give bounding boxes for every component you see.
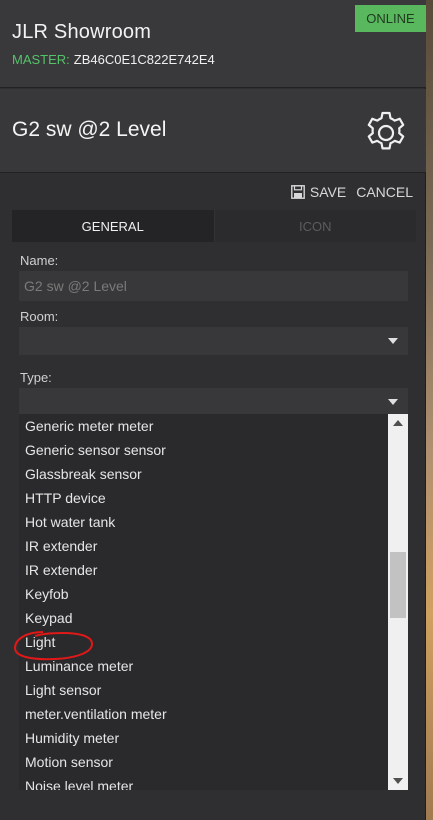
type-options: Generic meter meter Generic sensor senso… — [19, 414, 388, 790]
master-info: MASTER: ZB46C0E1C822E742E4 — [12, 52, 215, 67]
list-item[interactable]: Keyfob — [19, 582, 388, 606]
list-item[interactable]: IR extender — [19, 534, 388, 558]
arrow-down-icon — [393, 778, 403, 784]
device-title: G2 sw @2 Level — [12, 118, 167, 141]
tab-bar: GENERAL ICON — [12, 210, 416, 242]
name-label: Name: — [20, 253, 59, 268]
scroll-down-button[interactable] — [388, 772, 408, 790]
gear-icon[interactable] — [362, 107, 410, 155]
floppy-disk-icon — [290, 185, 305, 199]
list-item[interactable]: Keypad — [19, 606, 388, 630]
chevron-down-icon — [388, 338, 398, 344]
save-button[interactable]: SAVE — [290, 184, 347, 200]
list-item[interactable]: HTTP device — [19, 486, 388, 510]
room-select[interactable] — [19, 327, 408, 355]
scrollbar-thumb[interactable] — [390, 552, 406, 618]
list-item[interactable]: meter.ventilation meter — [19, 702, 388, 726]
master-label: MASTER: — [12, 52, 70, 67]
list-item[interactable]: IR extender — [19, 558, 388, 582]
scroll-up-button[interactable] — [388, 414, 408, 432]
list-item[interactable]: Motion sensor — [19, 750, 388, 774]
type-label: Type: — [20, 370, 52, 385]
desktop-background — [426, 0, 433, 820]
status-badge: ONLINE — [355, 5, 426, 32]
name-field[interactable]: G2 sw @2 Level — [19, 271, 408, 301]
list-item[interactable]: Hot water tank — [19, 510, 388, 534]
annotation-circle — [13, 631, 93, 661]
tab-general[interactable]: GENERAL — [12, 210, 215, 242]
scrollbar[interactable] — [388, 414, 408, 790]
arrow-up-icon — [393, 420, 403, 426]
type-options-list[interactable]: Generic meter meter Generic sensor senso… — [19, 414, 408, 790]
list-item[interactable]: Generic meter meter — [19, 414, 388, 438]
chevron-down-icon — [388, 399, 398, 405]
list-item[interactable]: Light sensor — [19, 678, 388, 702]
app-title: JLR Showroom — [12, 21, 152, 43]
list-item[interactable]: Noise level meter — [19, 774, 388, 790]
form-actions: SAVE CANCEL — [290, 184, 413, 200]
room-label: Room: — [20, 309, 59, 324]
list-item[interactable]: Glassbreak sensor — [19, 462, 388, 486]
list-item[interactable]: Generic sensor sensor — [19, 438, 388, 462]
type-select[interactable] — [19, 388, 408, 416]
master-id: ZB46C0E1C822E742E4 — [73, 52, 215, 67]
cancel-button[interactable]: CANCEL — [356, 184, 413, 200]
device-settings-panel: JLR Showroom MASTER: ZB46C0E1C822E742E4 O… — [0, 0, 426, 820]
list-item[interactable]: Humidity meter — [19, 726, 388, 750]
save-label: SAVE — [309, 184, 347, 200]
tab-icon[interactable]: ICON — [214, 210, 416, 242]
app-header: JLR Showroom MASTER: ZB46C0E1C822E742E4 O… — [0, 0, 426, 88]
